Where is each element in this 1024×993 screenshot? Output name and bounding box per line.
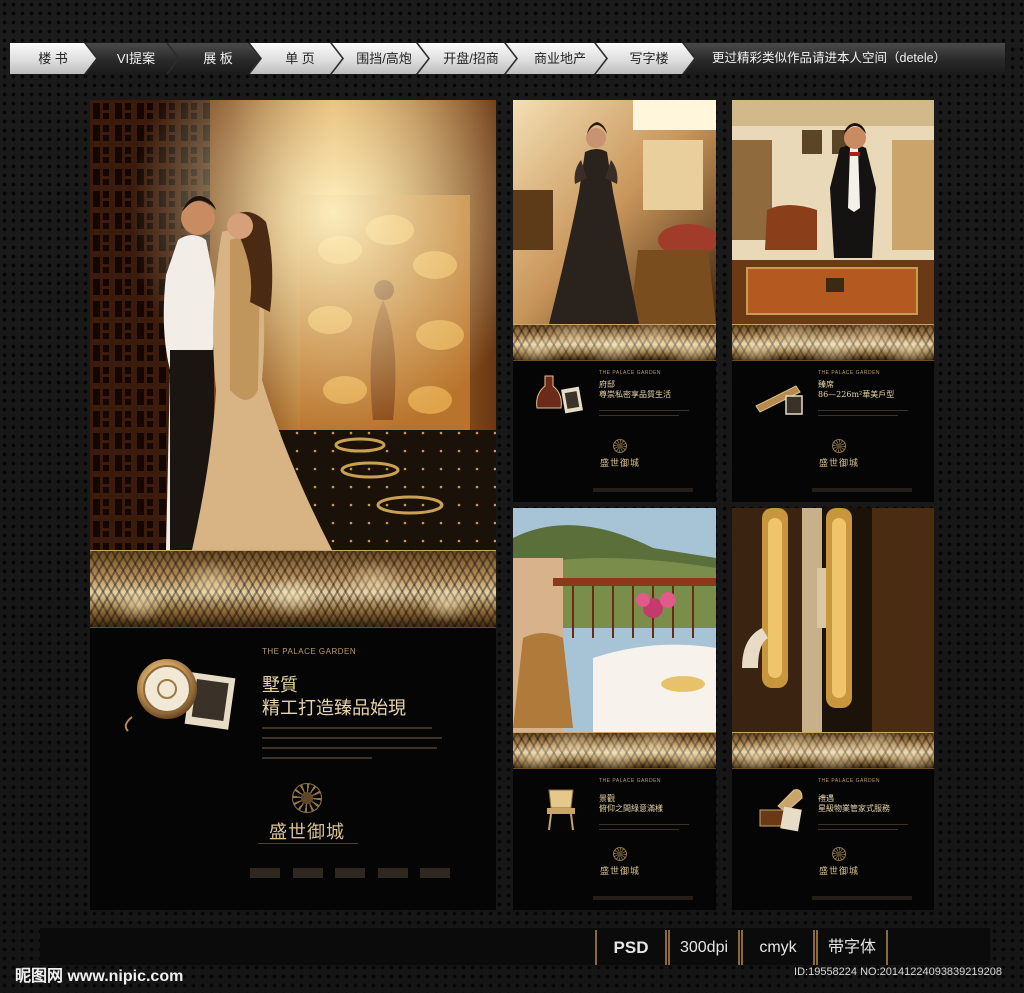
body-text-line [262,757,372,759]
panel-headline-subline: 俯仰之間綠意滿樣 [599,804,663,813]
image-id-watermark: ID:19558224 NO:20141224093839219208 [794,966,1002,978]
badge-cmyk: cmyk [741,930,815,965]
sponsor-row [593,488,693,492]
panel-en-title: THE PALACE GARDEN [818,778,881,784]
sponsor-row [812,896,912,900]
sponsor-row [812,488,912,492]
panel-headline: 景觀 俯仰之間綠意滿樣 [599,794,711,814]
nav-item-brochure[interactable]: 楼 书 [10,43,96,74]
body-text-line [599,410,689,411]
door-photo [732,508,934,732]
body-text-line [818,824,908,825]
gown-photo [513,100,716,324]
logo-emblem-icon [292,783,322,813]
panel-headline-title: 景觀 [599,794,615,803]
body-text-line [599,824,689,825]
logo-emblem-icon [832,847,846,861]
tuxedo-photo-illustration [732,100,934,324]
panel-en-title: THE PALACE GARDEN [599,370,662,376]
logo-subline [258,843,358,844]
body-text-line [599,829,679,830]
ornamental-lace-band [513,732,716,769]
tuxedo-photo [732,100,934,324]
panel-headline-subline: 星級物業管家式服務 [818,804,890,813]
main-headline-line1: 墅質 [262,675,298,696]
panel-headline-title: 府邸 [599,380,615,389]
ornamental-lace-band [732,732,934,769]
panel-headline-subline: 86—226m²華美戶型 [818,390,895,399]
nav-item-more-works[interactable]: 更过精彩类似作品请进本人空间（detele） [684,43,1005,74]
sponsor-logo [377,868,408,878]
panel-headline: 府邸 尊崇私密享品質生活 [599,380,709,400]
terrace-photo [513,508,716,732]
panel-headline: 禮遇 星級物業管家式服務 [818,794,930,814]
top-nav: 楼 书 VI提案 展 板 单 页 围挡/高炮 开盘/招商 商业地产 写字楼 更过… [10,43,1005,74]
panel-headline-subline: 尊崇私密享品質生活 [599,390,671,399]
ornamental-lace-band [732,324,934,361]
body-text-line [818,410,908,411]
main-logo-text: 盛世御城 [269,822,345,843]
site-watermark: 昵图网 www.nipic.com [15,968,184,985]
sponsor-logo [335,868,365,878]
decanter-icon [536,375,583,414]
sponsor-logo [420,868,450,878]
logo-emblem-icon [613,439,627,453]
main-poster: THE PALACE GARDEN 墅質 精工打造臻品始現 盛世御城 [90,100,496,910]
nav-item-commercial[interactable]: 商业地产 [506,43,606,74]
poster-service: THE PALACE GARDEN 禮遇 星級物業管家式服務 盛世御城 [732,508,934,910]
body-text-line [818,829,898,830]
main-en-title: THE PALACE GARDEN [262,647,357,656]
telescope-icon [755,385,803,415]
chair-icon [547,789,575,831]
poster-residence: THE PALACE GARDEN 府邸 尊崇私密享品質生活 盛世御城 [513,100,716,502]
ornamental-lace-band [90,550,496,628]
nav-item-display-board[interactable]: 展 板 [168,43,260,74]
nav-item-office[interactable]: 写字楼 [596,43,694,74]
terrace-photo-illustration [513,508,716,732]
nav-item-hoarding[interactable]: 围挡/高炮 [332,43,428,74]
nav-item-single-page[interactable]: 单 页 [250,43,342,74]
badge-dpi: 300dpi [668,930,740,965]
poster-landscape: THE PALACE GARDEN 景觀 俯仰之間綠意滿樣 盛世御城 [513,508,716,910]
main-headline: 墅質 精工打造臻品始現 [262,675,406,720]
badge-psd: PSD [595,930,667,965]
panel-logo-text: 盛世御城 [599,459,640,469]
body-text-line [599,415,679,416]
body-text-line [262,747,437,749]
body-text-line [262,727,432,729]
ornamental-lace-band [513,324,716,361]
panel-en-title: THE PALACE GARDEN [818,370,881,376]
sponsor-logo [292,868,323,878]
panel-headline: 臻席 86—226m²華美戶型 [818,380,930,400]
body-text-line [818,415,898,416]
panel-logo-text: 盛世御城 [818,867,859,877]
sponsor-row [593,896,693,900]
nav-item-vi-proposal[interactable]: VI提案 [86,43,178,74]
panel-en-title: THE PALACE GARDEN [599,778,662,784]
pocket-watch-icon [124,659,236,732]
door-photo-illustration [732,508,934,732]
panel-logo-text: 盛世御城 [599,867,640,877]
couple-photo [90,100,496,550]
logo-emblem-icon [613,847,627,861]
gramophone-icon [759,789,803,832]
logo-emblem-icon [832,439,846,453]
poster-floorplan: THE PALACE GARDEN 臻席 86—226m²華美戶型 盛世御城 [732,100,934,502]
panel-headline-title: 禮遇 [818,794,834,803]
main-headline-line2: 精工打造臻品始現 [262,697,406,719]
gown-photo-illustration [513,100,716,324]
panel-headline-title: 臻席 [818,380,834,389]
nav-item-opening[interactable]: 开盘/招商 [418,43,516,74]
body-text-line [262,737,442,739]
couple-photo-illustration [90,100,496,550]
badge-fonts: 带字体 [816,930,888,965]
sponsor-row [250,868,450,878]
panel-logo-text: 盛世御城 [818,459,859,469]
sponsor-logo [250,868,280,878]
